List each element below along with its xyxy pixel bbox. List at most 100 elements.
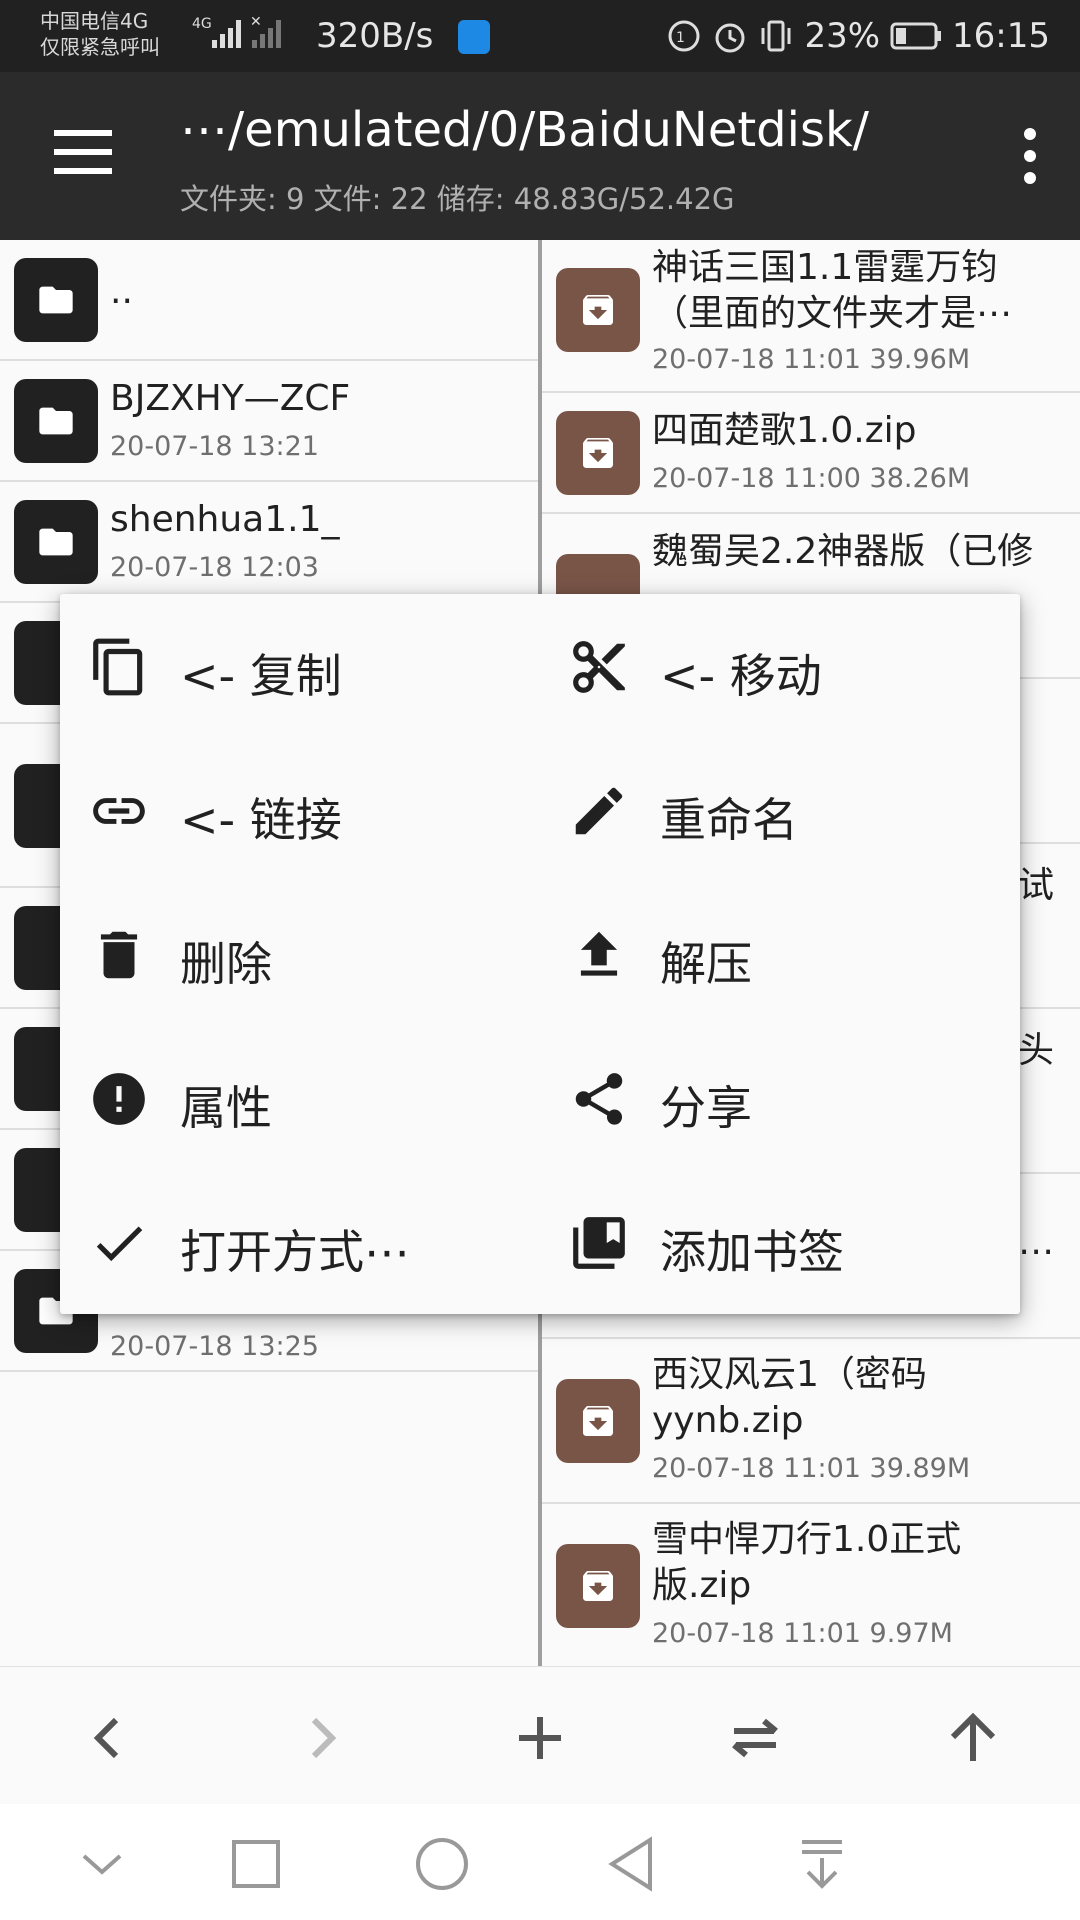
- item-name: BJZXHY—ZCF: [110, 378, 351, 419]
- alarm-icon: [715, 23, 745, 53]
- menu-icon[interactable]: [54, 130, 112, 174]
- network-speed: 320B/s: [316, 16, 434, 56]
- folder-stats: 文件夹: 9 文件: 22 储存: 48.83G/52.42G: [180, 182, 735, 216]
- system-nav-bar: [0, 1804, 1080, 1920]
- hide-nav-icon[interactable]: [72, 1834, 132, 1894]
- folder-icon: [14, 258, 98, 342]
- menu-item-link[interactable]: <- 链接: [60, 738, 540, 882]
- carrier-line1: 中国电信4G: [40, 9, 149, 33]
- list-item[interactable]: BJZXHY—ZCF 20-07-18 13:21: [0, 361, 538, 482]
- add-icon[interactable]: [505, 1703, 575, 1773]
- home-icon[interactable]: [412, 1834, 472, 1894]
- item-name-line2: 版.zip: [652, 1565, 752, 1606]
- item-meta: 20-07-18 13:25: [110, 1331, 319, 1362]
- clock: 16:15: [952, 16, 1050, 56]
- folder-icon: [14, 500, 98, 584]
- delete-icon: [100, 931, 138, 979]
- list-item[interactable]: 四面楚歌1.0.zip 20-07-18 11:00 38.26M: [542, 393, 1080, 514]
- folder-icon: [14, 379, 98, 463]
- forward-icon[interactable]: [288, 1703, 358, 1773]
- item-name: shenhua1.1_: [110, 499, 340, 540]
- context-menu: <- 复制 <- 移动 <- 链接 重命名 删除 解压 属性 分享 打开方式⋯ …: [60, 594, 1020, 1314]
- more-vert-icon[interactable]: [1018, 128, 1042, 184]
- vibrate-icon: [761, 20, 791, 52]
- app-bar: ⋯/emulated/0/BaiduNetdisk/ 文件夹: 9 文件: 22…: [0, 72, 1080, 240]
- menu-item-delete[interactable]: 删除: [60, 882, 540, 1026]
- menu-label: <- 复制: [180, 649, 342, 703]
- link-icon: [93, 798, 145, 824]
- menu-item-rename[interactable]: 重命名: [540, 738, 1020, 882]
- list-item[interactable]: 神话三国1.1雷霆万钧 （里面的文件夹才是⋯ 20-07-18 11:01 39…: [542, 240, 1080, 393]
- copy-icon: [93, 638, 143, 696]
- item-name: 四面楚歌1.0.zip: [652, 410, 917, 451]
- item-name-fragment: ⋯: [1018, 1231, 1054, 1272]
- menu-label: <- 移动: [660, 649, 822, 703]
- up-icon[interactable]: [938, 1703, 1008, 1773]
- edit-icon: [575, 787, 623, 835]
- swap-icon[interactable]: [720, 1703, 790, 1773]
- svg-text:✕: ✕: [250, 14, 262, 30]
- item-meta: 20-07-18 13:21: [110, 431, 319, 462]
- menu-label: <- 链接: [180, 793, 342, 847]
- item-name-fragment: 头: [1018, 1030, 1055, 1071]
- item-meta: 20-07-18 11:01 39.89M: [652, 1453, 971, 1484]
- archive-icon: [556, 1379, 640, 1463]
- list-item[interactable]: 西汉风云1（密码 yynb.zip 20-07-18 11:01 39.89M: [542, 1339, 1080, 1504]
- item-name: 魏蜀吴2.2神器版（已修: [652, 531, 1034, 572]
- recents-icon[interactable]: [226, 1834, 286, 1894]
- menu-label: 重命名: [660, 793, 798, 847]
- list-item[interactable]: ..: [0, 240, 538, 361]
- item-meta: 20-07-18 11:01 9.97M: [652, 1618, 953, 1649]
- item-name-line2: yynb.zip: [652, 1400, 804, 1441]
- menu-label: 打开方式⋯: [180, 1225, 410, 1279]
- item-meta: 20-07-18 11:00 38.26M: [652, 463, 971, 494]
- carrier-info: 中国电信4G 仅限紧急呼叫: [40, 8, 160, 60]
- menu-label: 解压: [660, 937, 752, 991]
- status-right: 1 23% 16:15: [666, 16, 1050, 56]
- archive-icon: [556, 411, 640, 495]
- check-icon: [96, 1226, 143, 1262]
- current-path[interactable]: ⋯/emulated/0/BaiduNetdisk/: [180, 102, 869, 158]
- menu-item-move[interactable]: <- 移动: [540, 594, 1020, 738]
- carrier-line2: 仅限紧急呼叫: [40, 35, 160, 59]
- list-item[interactable]: shenhua1.1_ 20-07-18 12:03: [0, 482, 538, 603]
- menu-label: 删除: [180, 937, 272, 991]
- upload-icon: [580, 931, 618, 976]
- status-bar: 中国电信4G 仅限紧急呼叫 4G ✕ 320B/s 1 23% 16:15: [0, 0, 1080, 72]
- item-name-line2: （里面的文件夹才是⋯: [652, 293, 1013, 334]
- menu-label: 分享: [660, 1081, 752, 1135]
- item-name-line1: 西汉风云1（密码: [652, 1354, 927, 1395]
- notification-pull-icon[interactable]: [792, 1834, 852, 1894]
- menu-item-properties[interactable]: 属性: [60, 1026, 540, 1170]
- menu-label: 属性: [180, 1081, 272, 1135]
- signal-icon: 4G ✕: [192, 14, 281, 48]
- svg-text:1: 1: [676, 30, 685, 46]
- network-type-label: 4G: [192, 16, 212, 32]
- data-saver-icon: 1: [668, 20, 700, 52]
- list-item[interactable]: 雪中悍刀行1.0正式 版.zip 20-07-18 11:01 9.97M: [542, 1504, 1080, 1666]
- bookmark-icon: [573, 1217, 625, 1269]
- back-icon[interactable]: [72, 1703, 142, 1773]
- battery-icon: [890, 22, 942, 50]
- share-icon: [575, 1073, 623, 1125]
- nav-back-icon[interactable]: [602, 1834, 662, 1894]
- item-name-line1: 雪中悍刀行1.0正式: [652, 1519, 962, 1560]
- menu-item-bookmark[interactable]: 添加书签: [540, 1170, 1020, 1314]
- battery-percent: 23%: [804, 16, 881, 56]
- shield-icon: [458, 20, 490, 54]
- item-name-line1: 神话三国1.1雷霆万钧: [652, 247, 998, 288]
- menu-item-open-with[interactable]: 打开方式⋯: [60, 1170, 540, 1314]
- item-meta: 20-07-18 11:01 39.96M: [652, 344, 971, 375]
- bottom-toolbar: [0, 1666, 1080, 1804]
- archive-icon: [556, 1544, 640, 1628]
- item-name-fragment: 试: [1018, 865, 1055, 906]
- menu-label: 添加书签: [660, 1225, 844, 1279]
- cut-icon: [573, 641, 625, 693]
- item-meta: 20-07-18 12:03: [110, 552, 319, 583]
- archive-icon: [556, 268, 640, 352]
- info-icon: [93, 1073, 145, 1125]
- menu-item-share[interactable]: 分享: [540, 1026, 1020, 1170]
- menu-item-extract[interactable]: 解压: [540, 882, 1020, 1026]
- menu-item-copy[interactable]: <- 复制: [60, 594, 540, 738]
- item-name: ..: [110, 271, 133, 312]
